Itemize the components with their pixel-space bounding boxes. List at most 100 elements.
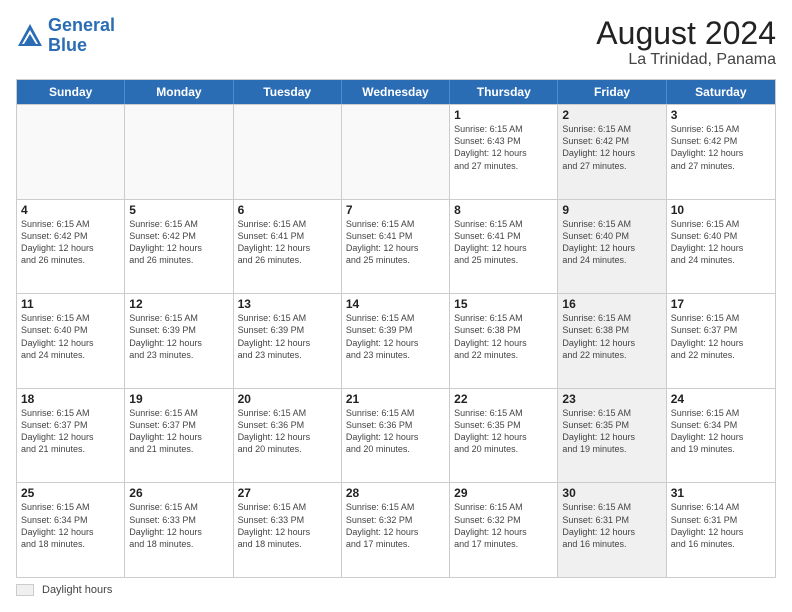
day-info: Sunrise: 6:15 AM Sunset: 6:41 PM Dayligh…: [238, 218, 337, 267]
day-number: 2: [562, 108, 661, 122]
calendar-cell: 8Sunrise: 6:15 AM Sunset: 6:41 PM Daylig…: [450, 200, 558, 294]
day-number: 30: [562, 486, 661, 500]
calendar-cell: [17, 105, 125, 199]
day-info: Sunrise: 6:15 AM Sunset: 6:37 PM Dayligh…: [129, 407, 228, 456]
calendar-cell: 18Sunrise: 6:15 AM Sunset: 6:37 PM Dayli…: [17, 389, 125, 483]
calendar-cell: 16Sunrise: 6:15 AM Sunset: 6:38 PM Dayli…: [558, 294, 666, 388]
calendar-cell: [234, 105, 342, 199]
day-number: 6: [238, 203, 337, 217]
title-block: August 2024 La Trinidad, Panama: [596, 16, 776, 69]
calendar-cell: 22Sunrise: 6:15 AM Sunset: 6:35 PM Dayli…: [450, 389, 558, 483]
calendar-row: 18Sunrise: 6:15 AM Sunset: 6:37 PM Dayli…: [17, 388, 775, 483]
day-number: 17: [671, 297, 771, 311]
day-info: Sunrise: 6:15 AM Sunset: 6:36 PM Dayligh…: [346, 407, 445, 456]
calendar-cell: 21Sunrise: 6:15 AM Sunset: 6:36 PM Dayli…: [342, 389, 450, 483]
header: General Blue August 2024 La Trinidad, Pa…: [16, 16, 776, 69]
calendar-row: 1Sunrise: 6:15 AM Sunset: 6:43 PM Daylig…: [17, 104, 775, 199]
logo-general: General: [48, 15, 115, 35]
day-number: 22: [454, 392, 553, 406]
day-number: 11: [21, 297, 120, 311]
day-number: 31: [671, 486, 771, 500]
day-info: Sunrise: 6:15 AM Sunset: 6:42 PM Dayligh…: [562, 123, 661, 172]
calendar-cell: 30Sunrise: 6:15 AM Sunset: 6:31 PM Dayli…: [558, 483, 666, 577]
day-number: 7: [346, 203, 445, 217]
day-info: Sunrise: 6:15 AM Sunset: 6:42 PM Dayligh…: [21, 218, 120, 267]
calendar-cell: 6Sunrise: 6:15 AM Sunset: 6:41 PM Daylig…: [234, 200, 342, 294]
day-info: Sunrise: 6:15 AM Sunset: 6:38 PM Dayligh…: [454, 312, 553, 361]
day-info: Sunrise: 6:15 AM Sunset: 6:40 PM Dayligh…: [562, 218, 661, 267]
calendar-cell: 31Sunrise: 6:14 AM Sunset: 6:31 PM Dayli…: [667, 483, 775, 577]
calendar: SundayMondayTuesdayWednesdayThursdayFrid…: [16, 79, 776, 578]
day-number: 16: [562, 297, 661, 311]
cal-header-cell: Wednesday: [342, 80, 450, 104]
logo: General Blue: [16, 16, 115, 56]
calendar-cell: 3Sunrise: 6:15 AM Sunset: 6:42 PM Daylig…: [667, 105, 775, 199]
calendar-cell: 4Sunrise: 6:15 AM Sunset: 6:42 PM Daylig…: [17, 200, 125, 294]
day-info: Sunrise: 6:15 AM Sunset: 6:42 PM Dayligh…: [129, 218, 228, 267]
calendar-subtitle: La Trinidad, Panama: [596, 51, 776, 69]
calendar-cell: 23Sunrise: 6:15 AM Sunset: 6:35 PM Dayli…: [558, 389, 666, 483]
calendar-row: 11Sunrise: 6:15 AM Sunset: 6:40 PM Dayli…: [17, 293, 775, 388]
day-number: 8: [454, 203, 553, 217]
day-number: 21: [346, 392, 445, 406]
page: General Blue August 2024 La Trinidad, Pa…: [0, 0, 792, 612]
footer: Daylight hours: [16, 584, 776, 596]
day-info: Sunrise: 6:15 AM Sunset: 6:38 PM Dayligh…: [562, 312, 661, 361]
day-info: Sunrise: 6:15 AM Sunset: 6:35 PM Dayligh…: [454, 407, 553, 456]
logo-icon: [16, 22, 44, 50]
logo-text: General Blue: [48, 16, 115, 56]
day-number: 15: [454, 297, 553, 311]
day-info: Sunrise: 6:15 AM Sunset: 6:33 PM Dayligh…: [129, 501, 228, 550]
day-info: Sunrise: 6:15 AM Sunset: 6:39 PM Dayligh…: [346, 312, 445, 361]
day-info: Sunrise: 6:15 AM Sunset: 6:33 PM Dayligh…: [238, 501, 337, 550]
day-number: 18: [21, 392, 120, 406]
calendar-cell: 14Sunrise: 6:15 AM Sunset: 6:39 PM Dayli…: [342, 294, 450, 388]
calendar-cell: 15Sunrise: 6:15 AM Sunset: 6:38 PM Dayli…: [450, 294, 558, 388]
day-number: 19: [129, 392, 228, 406]
calendar-cell: 26Sunrise: 6:15 AM Sunset: 6:33 PM Dayli…: [125, 483, 233, 577]
calendar-cell: 19Sunrise: 6:15 AM Sunset: 6:37 PM Dayli…: [125, 389, 233, 483]
cal-header-cell: Tuesday: [234, 80, 342, 104]
day-number: 23: [562, 392, 661, 406]
day-number: 24: [671, 392, 771, 406]
day-info: Sunrise: 6:15 AM Sunset: 6:36 PM Dayligh…: [238, 407, 337, 456]
calendar-cell: 13Sunrise: 6:15 AM Sunset: 6:39 PM Dayli…: [234, 294, 342, 388]
day-number: 27: [238, 486, 337, 500]
calendar-header: SundayMondayTuesdayWednesdayThursdayFrid…: [17, 80, 775, 104]
calendar-cell: 11Sunrise: 6:15 AM Sunset: 6:40 PM Dayli…: [17, 294, 125, 388]
calendar-cell: 12Sunrise: 6:15 AM Sunset: 6:39 PM Dayli…: [125, 294, 233, 388]
day-info: Sunrise: 6:15 AM Sunset: 6:32 PM Dayligh…: [454, 501, 553, 550]
day-number: 9: [562, 203, 661, 217]
legend-label: Daylight hours: [42, 584, 112, 596]
cal-header-cell: Monday: [125, 80, 233, 104]
day-info: Sunrise: 6:15 AM Sunset: 6:32 PM Dayligh…: [346, 501, 445, 550]
day-number: 26: [129, 486, 228, 500]
day-info: Sunrise: 6:15 AM Sunset: 6:31 PM Dayligh…: [562, 501, 661, 550]
day-info: Sunrise: 6:15 AM Sunset: 6:37 PM Dayligh…: [21, 407, 120, 456]
day-info: Sunrise: 6:15 AM Sunset: 6:42 PM Dayligh…: [671, 123, 771, 172]
calendar-cell: 5Sunrise: 6:15 AM Sunset: 6:42 PM Daylig…: [125, 200, 233, 294]
cal-header-cell: Sunday: [17, 80, 125, 104]
day-info: Sunrise: 6:15 AM Sunset: 6:40 PM Dayligh…: [21, 312, 120, 361]
day-info: Sunrise: 6:15 AM Sunset: 6:43 PM Dayligh…: [454, 123, 553, 172]
calendar-cell: 24Sunrise: 6:15 AM Sunset: 6:34 PM Dayli…: [667, 389, 775, 483]
calendar-cell: 2Sunrise: 6:15 AM Sunset: 6:42 PM Daylig…: [558, 105, 666, 199]
calendar-cell: 25Sunrise: 6:15 AM Sunset: 6:34 PM Dayli…: [17, 483, 125, 577]
calendar-cell: 27Sunrise: 6:15 AM Sunset: 6:33 PM Dayli…: [234, 483, 342, 577]
calendar-cell: 10Sunrise: 6:15 AM Sunset: 6:40 PM Dayli…: [667, 200, 775, 294]
day-number: 14: [346, 297, 445, 311]
cal-header-cell: Thursday: [450, 80, 558, 104]
calendar-body: 1Sunrise: 6:15 AM Sunset: 6:43 PM Daylig…: [17, 104, 775, 577]
legend-box: [16, 584, 34, 596]
calendar-cell: 9Sunrise: 6:15 AM Sunset: 6:40 PM Daylig…: [558, 200, 666, 294]
day-info: Sunrise: 6:15 AM Sunset: 6:41 PM Dayligh…: [346, 218, 445, 267]
day-number: 3: [671, 108, 771, 122]
calendar-cell: 1Sunrise: 6:15 AM Sunset: 6:43 PM Daylig…: [450, 105, 558, 199]
day-info: Sunrise: 6:15 AM Sunset: 6:40 PM Dayligh…: [671, 218, 771, 267]
cal-header-cell: Saturday: [667, 80, 775, 104]
day-number: 5: [129, 203, 228, 217]
calendar-title: August 2024: [596, 16, 776, 51]
day-info: Sunrise: 6:15 AM Sunset: 6:39 PM Dayligh…: [129, 312, 228, 361]
day-number: 10: [671, 203, 771, 217]
day-info: Sunrise: 6:15 AM Sunset: 6:41 PM Dayligh…: [454, 218, 553, 267]
